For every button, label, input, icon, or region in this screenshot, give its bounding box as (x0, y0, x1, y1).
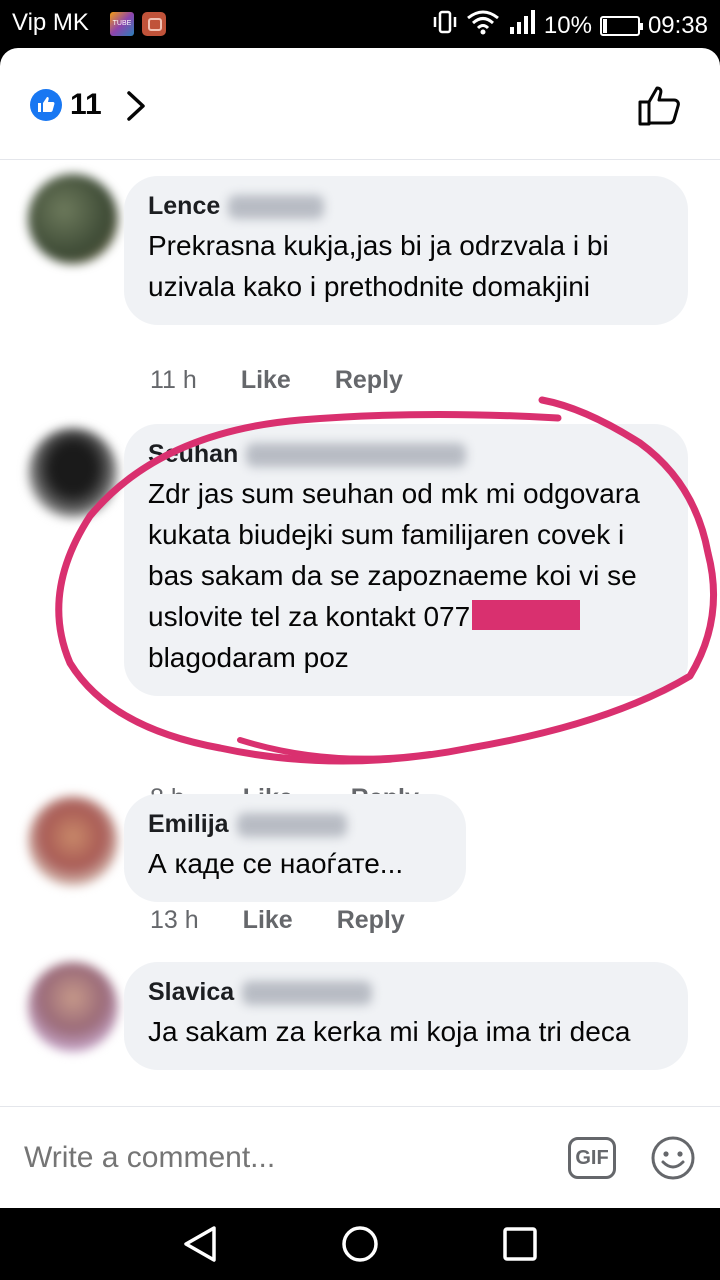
reaction-count: 11 (70, 88, 102, 121)
like-button[interactable]: Like (243, 906, 293, 935)
comment-actions: 13 h Like Reply (150, 906, 405, 935)
comment-text: Zdr jas sum seuhan od mk mi odgovara kuk… (148, 473, 668, 678)
reply-button[interactable]: Reply (335, 366, 403, 395)
recent-apps-icon[interactable] (502, 1224, 538, 1269)
status-indicators: 10% 09:38 (432, 9, 708, 42)
author-surname-blurred (228, 194, 325, 219)
comment-text: Ja sakam za kerka mi koja ima tri deca (148, 1016, 631, 1047)
status-bar: Vip MK TUBE 10% 09:38 (0, 0, 720, 48)
comment-text: Prekrasna kukja,jas bi ja odrzvala i bi … (148, 230, 609, 302)
comment-input[interactable] (24, 1141, 524, 1175)
gif-button[interactable]: GIF (568, 1137, 616, 1179)
author-surname-blurred (236, 812, 347, 837)
system-nav-bar (0, 1208, 720, 1280)
comment-author[interactable]: Slavica (148, 978, 234, 1007)
like-icon (30, 89, 62, 121)
reactions-bar[interactable]: 11 (0, 48, 720, 160)
comment-text: А каде се наоѓате... (148, 848, 404, 879)
comment-bubble: Slavica Ja sakam za kerka mi koja ima tr… (124, 962, 688, 1070)
comment-author[interactable]: Seuhan (148, 440, 238, 469)
battery-icon (599, 15, 643, 36)
like-button[interactable]: Like (241, 366, 291, 395)
avatar[interactable] (28, 962, 118, 1052)
comment-actions: 11 h Like Reply (150, 366, 403, 395)
app-notification-icon: TUBE (110, 12, 134, 36)
vibrate-icon (432, 9, 458, 42)
wifi-icon (466, 9, 500, 42)
comment-bubble: Lence Prekrasna kukja,jas bi ja odrzvala… (124, 176, 688, 325)
comment-bubble: Emilija А каде се наоѓате... (124, 794, 466, 902)
emoji-icon[interactable] (650, 1135, 696, 1186)
avatar[interactable] (28, 174, 118, 264)
back-icon[interactable] (182, 1224, 218, 1269)
battery-percent: 10% (543, 11, 592, 39)
signal-icon (508, 9, 536, 42)
avatar[interactable] (28, 428, 118, 518)
comments-sheet: 11 Lence Prekrasna kukja,jas bi ja odrzv… (0, 48, 720, 1208)
chevron-right-icon[interactable] (124, 90, 148, 127)
comment-composer: GIF (0, 1106, 720, 1208)
home-icon[interactable] (340, 1224, 380, 1269)
comment-bubble: Seuhan Zdr jas sum seuhan od mk mi odgov… (124, 424, 688, 696)
comment-author[interactable]: Lence (148, 192, 220, 221)
comment-text-part: blagodaram poz (148, 642, 349, 673)
chat-notification-icon (142, 12, 166, 36)
clock: 09:38 (647, 11, 708, 39)
comment-time: 11 h (150, 366, 197, 394)
carrier-name: Vip MK (12, 9, 89, 36)
thumbs-up-outline-icon[interactable] (638, 84, 682, 131)
avatar[interactable] (28, 796, 118, 886)
comment-author[interactable]: Emilija (148, 810, 229, 839)
comment-time: 13 h (150, 906, 199, 934)
reply-button[interactable]: Reply (337, 906, 405, 935)
author-surname-blurred (246, 442, 467, 467)
redacted-phone (472, 600, 581, 630)
author-surname-blurred (242, 980, 373, 1005)
